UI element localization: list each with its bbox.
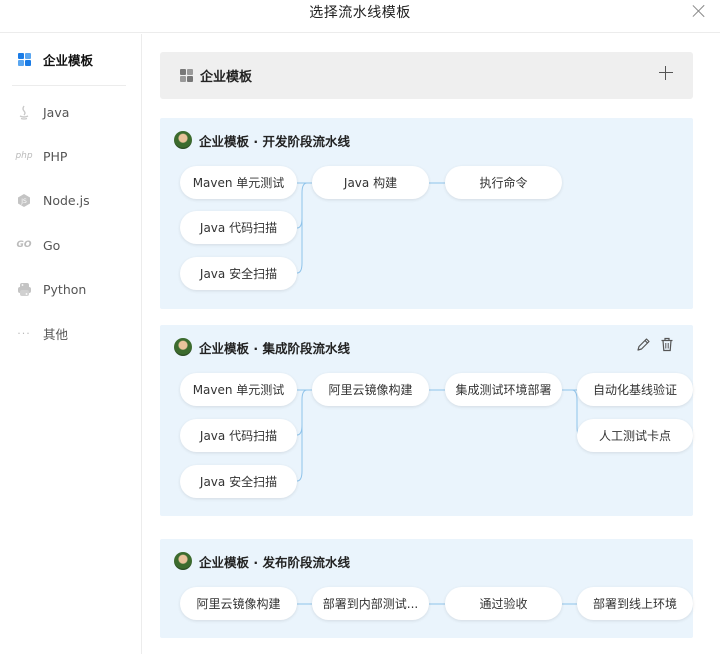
avatar xyxy=(174,131,192,149)
template-dialog: 选择流水线模板 企业模板 Java php PHP JS Node.js GO … xyxy=(0,0,720,654)
card-title-text: 企业模板 · 发布阶段流水线 xyxy=(199,554,350,570)
sidebar-item-label: PHP xyxy=(43,148,68,164)
stage-step[interactable]: 阿里云镜像构建 xyxy=(312,373,429,406)
sidebar-item-label: 企业模板 xyxy=(43,52,94,68)
stage-step[interactable]: Maven 单元测试 xyxy=(180,166,297,199)
sidebar-item-label: Node.js xyxy=(43,192,90,208)
stage-step[interactable]: Maven 单元测试 xyxy=(180,373,297,406)
avatar xyxy=(174,338,192,356)
python-icon xyxy=(16,281,32,297)
nodejs-icon: JS xyxy=(16,192,32,208)
stage-step[interactable]: 集成测试环境部署 xyxy=(445,373,562,406)
stage-step[interactable]: 自动化基线验证 xyxy=(577,373,693,406)
sidebar-item-label: Java xyxy=(43,104,70,120)
sidebar-item-label: Python xyxy=(43,281,87,297)
grid-icon xyxy=(16,51,32,67)
edit-icon[interactable] xyxy=(636,337,651,353)
php-icon: php xyxy=(15,151,33,161)
dialog-title: 选择流水线模板 xyxy=(309,5,411,21)
go-icon: GO xyxy=(16,240,32,250)
sidebar-item-enterprise[interactable]: 企业模板 xyxy=(0,45,141,73)
card-title-text: 企业模板 · 开发阶段流水线 xyxy=(199,133,350,149)
stage-step[interactable]: 部署到线上环境 xyxy=(577,587,693,620)
grid-icon xyxy=(180,69,193,82)
more-icon: ··· xyxy=(17,326,31,340)
template-list: 企业模板 企业模板 · 开发阶段流水线 Maven 单元测试 Java 代码扫描… xyxy=(143,34,720,654)
sidebar-item-python[interactable]: Python xyxy=(0,275,141,303)
add-template-label: 企业模板 xyxy=(200,70,253,85)
sidebar-item-other[interactable]: ··· 其他 xyxy=(0,319,141,347)
card-actions xyxy=(636,337,675,353)
java-icon xyxy=(16,104,32,120)
template-card-integration[interactable]: 企业模板 · 集成阶段流水线 Maven 单元测试 Java 代码扫描 Java… xyxy=(160,325,693,516)
stage-step[interactable]: 人工测试卡点 xyxy=(577,419,693,452)
delete-icon[interactable] xyxy=(660,337,675,353)
sidebar-divider xyxy=(12,85,126,86)
sidebar-item-label: Go xyxy=(43,237,61,253)
sidebar-item-label: 其他 xyxy=(43,326,69,342)
svg-text:JS: JS xyxy=(20,198,27,205)
sidebar-item-go[interactable]: GO Go xyxy=(0,231,141,259)
stage-step[interactable]: 阿里云镜像构建 xyxy=(180,587,297,620)
card-title-text: 企业模板 · 集成阶段流水线 xyxy=(199,340,350,356)
stage-step[interactable]: Java 安全扫描 xyxy=(180,257,297,290)
add-enterprise-template-bar[interactable]: 企业模板 xyxy=(160,52,693,99)
close-icon[interactable] xyxy=(690,2,708,20)
template-card-dev[interactable]: 企业模板 · 开发阶段流水线 Maven 单元测试 Java 代码扫描 Java… xyxy=(160,118,693,309)
stage-step[interactable]: 通过验收 xyxy=(445,587,562,620)
stage-step[interactable]: 部署到内部测试... xyxy=(312,587,429,620)
category-sidebar: 企业模板 Java php PHP JS Node.js GO Go Pytho… xyxy=(0,34,142,654)
stage-step[interactable]: Java 安全扫描 xyxy=(180,465,297,498)
sidebar-item-php[interactable]: php PHP xyxy=(0,142,141,170)
template-card-release[interactable]: 企业模板 · 发布阶段流水线 阿里云镜像构建 部署到内部测试... 通过验收 部… xyxy=(160,539,693,638)
stage-step[interactable]: 执行命令 xyxy=(445,166,562,199)
stage-step[interactable]: Java 代码扫描 xyxy=(180,419,297,452)
sidebar-item-nodejs[interactable]: JS Node.js xyxy=(0,186,141,214)
stage-step[interactable]: Java 代码扫描 xyxy=(180,211,297,244)
card-title: 企业模板 · 发布阶段流水线 xyxy=(174,551,350,571)
plus-icon[interactable] xyxy=(659,66,673,80)
card-title: 企业模板 · 集成阶段流水线 xyxy=(174,337,350,357)
card-title: 企业模板 · 开发阶段流水线 xyxy=(174,130,350,150)
stage-step[interactable]: Java 构建 xyxy=(312,166,429,199)
dialog-header: 选择流水线模板 xyxy=(0,0,720,33)
avatar xyxy=(174,552,192,570)
sidebar-item-java[interactable]: Java xyxy=(0,98,141,126)
